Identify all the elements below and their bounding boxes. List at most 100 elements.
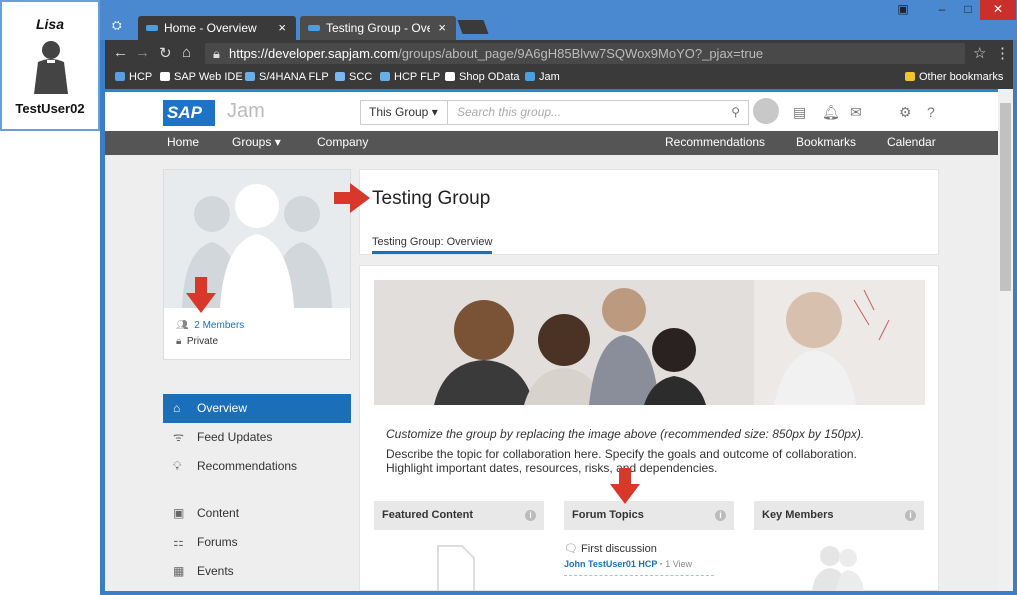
nav-company[interactable]: Company	[317, 135, 368, 149]
caret-down-icon: ▾	[274, 135, 281, 149]
clipboard-icon[interactable]: ▤	[793, 104, 806, 121]
minimize-button[interactable]: –	[930, 0, 954, 20]
info-icon[interactable]: i	[905, 510, 916, 521]
description-text: Describe the topic for collaboration her…	[386, 447, 857, 475]
info-icon[interactable]: i	[715, 510, 726, 521]
home-icon[interactable]: ⌂	[182, 44, 191, 61]
forum-topic-views: 1 View	[665, 559, 693, 569]
mail-icon[interactable]: ✉	[850, 104, 862, 121]
forum-topic-author-row: John TestUser01 HCP · 1 View	[564, 559, 693, 569]
help-icon[interactable]: ?	[927, 104, 935, 120]
arrow-annotation-title	[334, 183, 370, 213]
reload-icon[interactable]: ↻	[159, 44, 172, 62]
search-icon[interactable]: ⚲	[731, 101, 740, 124]
privacy-label: Private	[186, 336, 219, 347]
scrollbar-thumb[interactable]	[1000, 103, 1011, 291]
forum-topic-item[interactable]: 🗨︎ First discussion John TestUser01 HCP …	[564, 542, 714, 576]
group-overview-panel: Customize the group by replacing the ima…	[359, 265, 939, 591]
members-icon: 👥︎	[176, 320, 189, 331]
new-tab-button[interactable]	[457, 20, 489, 34]
tab-label: Testing Group - Overview	[326, 21, 430, 35]
user-card: Lisa TestUser02	[0, 0, 100, 131]
privacy-row: 🔒︎ Private	[176, 336, 218, 347]
sap-logo[interactable]: SAP	[163, 100, 215, 126]
description-hint: Customize the group by replacing the ima…	[386, 427, 865, 441]
menu-icon[interactable]: ⋮	[995, 44, 1010, 62]
group-description: Customize the group by replacing the ima…	[386, 427, 906, 475]
bookmark-scc[interactable]: SCC	[335, 71, 372, 83]
search-input[interactable]: Search this group... ⚲	[447, 100, 749, 125]
url-host: https://developer.sapjam.com	[229, 46, 399, 61]
bookmark-hcp-flp[interactable]: HCP FLP	[380, 71, 440, 83]
bookmark-shop-odata[interactable]: Shop OData	[445, 71, 520, 83]
divider	[564, 575, 714, 576]
forum-topic-author: John TestUser01 HCP	[564, 559, 658, 569]
members-placeholder-icon	[812, 546, 864, 591]
info-icon[interactable]: i	[525, 510, 536, 521]
widget-forum-topics: Forum Topics i	[564, 501, 734, 530]
widget-key-members: Key Members i	[754, 501, 924, 530]
avatar[interactable]	[753, 98, 779, 124]
tab-label: Home - Overview	[164, 21, 257, 35]
gear-icon[interactable]: ⚙	[899, 104, 912, 121]
jam-favicon-icon	[308, 25, 320, 31]
content-icon: ▣	[173, 506, 185, 520]
nav-home[interactable]: Home	[167, 135, 199, 149]
address-bar-row: ← → ↻ ⌂ 🔒︎ https://developer.sapjam.com/…	[105, 40, 1013, 67]
members-row[interactable]: 👥︎ 2 Members	[176, 320, 244, 331]
close-tab-icon[interactable]: ×	[278, 16, 286, 40]
home-icon: ⌂	[173, 401, 181, 415]
nav-calendar[interactable]: Calendar	[887, 135, 936, 149]
lock-icon: 🔒︎	[176, 336, 182, 347]
leftnav-forums[interactable]: ⚏ Forums	[163, 528, 351, 557]
tab-home-overview[interactable]: Home - Overview ×	[138, 16, 296, 40]
scrollbar[interactable]	[998, 89, 1013, 591]
events-icon: ▦	[173, 564, 185, 578]
profile-icon[interactable]: ▣	[896, 0, 910, 20]
page-title: Testing Group	[372, 188, 491, 209]
star-icon[interactable]: ☆	[973, 44, 986, 62]
document-icon	[437, 545, 475, 591]
bookmark-hcp[interactable]: HCP	[115, 71, 152, 83]
user-avatar-icon	[34, 41, 68, 94]
bookmarks-bar: HCP SAP Web IDE S/4HANA FLP SCC HCP FLP …	[105, 67, 1013, 89]
nav-recommendations[interactable]: Recommendations	[665, 135, 765, 149]
user-username: TestUser02	[15, 101, 85, 116]
bookmark-jam[interactable]: Jam	[525, 71, 560, 83]
leftnav-overview[interactable]: ⌂ Overview	[163, 394, 351, 423]
nav-bookmarks[interactable]: Bookmarks	[796, 135, 856, 149]
close-tab-icon[interactable]: ×	[438, 16, 446, 40]
forum-topic-title: First discussion	[581, 543, 657, 555]
back-icon[interactable]: ←	[113, 44, 128, 61]
url-path: /groups/about_page/9A6gH85Blvw7SQWox9MoY…	[398, 46, 764, 61]
tab-bar: ⛭ Home - Overview × Testing Group - Over…	[100, 0, 1017, 40]
leftnav-recommendations[interactable]: 💡︎ Recommendations	[163, 452, 351, 481]
bookmark-s4hana-flp[interactable]: S/4HANA FLP	[245, 71, 329, 83]
bell-icon[interactable]: 🔔︎	[822, 104, 840, 121]
other-bookmarks[interactable]: Other bookmarks	[905, 71, 1003, 83]
close-window-button[interactable]: ✕	[980, 0, 1016, 20]
tab-overview[interactable]: Testing Group: Overview	[372, 236, 493, 254]
nav-groups[interactable]: Groups ▾	[232, 135, 281, 149]
members-link[interactable]: 2 Members	[194, 320, 244, 331]
address-bar[interactable]: 🔒︎ https://developer.sapjam.com/groups/a…	[205, 43, 965, 64]
forward-icon[interactable]: →	[135, 44, 150, 61]
tab-testing-group[interactable]: Testing Group - Overview ×	[300, 16, 456, 40]
search-scope-select[interactable]: This Group ▾	[360, 100, 448, 125]
feed-icon: ᯤ	[173, 430, 184, 444]
main-nav: Home Groups ▾ Company Recommendations Bo…	[105, 131, 998, 155]
group-title-panel: Testing Group Testing Group: Overview	[359, 169, 939, 255]
lightbulb-icon: 💡︎	[173, 459, 182, 473]
forums-icon: ⚏	[173, 535, 184, 549]
leftnav-feed-updates[interactable]: ᯤ Feed Updates	[163, 423, 351, 452]
user-name: Lisa	[35, 16, 64, 32]
maximize-button[interactable]: □	[956, 0, 980, 20]
bookmark-sap-web-ide[interactable]: SAP Web IDE	[160, 71, 243, 83]
lock-icon: 🔒︎	[213, 46, 220, 61]
group-banner-image	[374, 280, 925, 405]
leftnav-events[interactable]: ▦ Events	[163, 557, 351, 586]
group-profile-card: 👥︎ 2 Members 🔒︎ Private	[163, 169, 351, 360]
arrow-annotation-members	[186, 277, 216, 313]
leftnav-content[interactable]: ▣ Content	[163, 499, 351, 528]
jam-header: SAP Jam This Group ▾ Search this group..…	[105, 89, 998, 131]
